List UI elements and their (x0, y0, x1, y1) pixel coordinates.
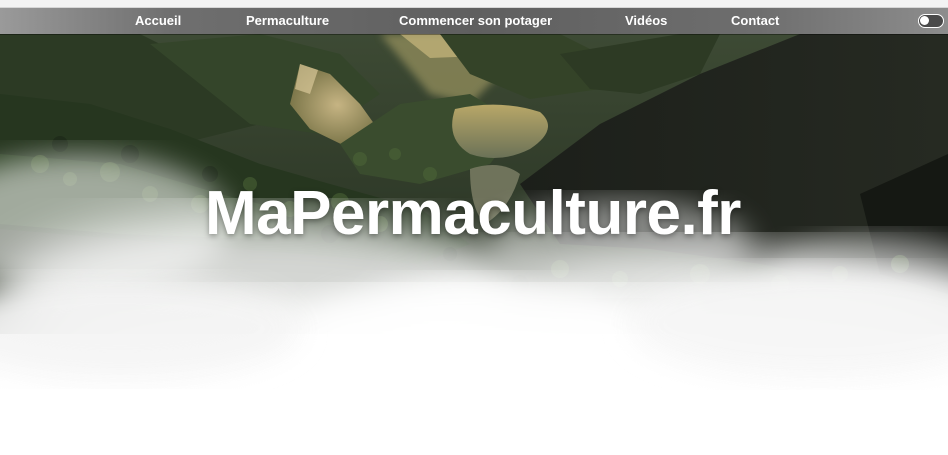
site-title: MaPermaculture.fr (0, 178, 948, 249)
main-nav-bar: Accueil Permaculture Commencer son potag… (0, 8, 948, 34)
nav-item-accueil[interactable]: Accueil (135, 8, 181, 34)
nav-item-contact[interactable]: Contact (731, 8, 779, 34)
nav-item-commencer-son-potager[interactable]: Commencer son potager (399, 8, 552, 34)
theme-toggle-switch-icon[interactable] (918, 14, 944, 28)
hero-banner: MaPermaculture.fr (0, 34, 948, 455)
nav-item-videos[interactable]: Vidéos (625, 8, 667, 34)
browser-bookmark-strip (0, 0, 948, 8)
site-title-text: MaPermaculture.fr (205, 178, 741, 248)
toggle-knob (920, 16, 929, 25)
nav-item-permaculture[interactable]: Permaculture (246, 8, 329, 34)
